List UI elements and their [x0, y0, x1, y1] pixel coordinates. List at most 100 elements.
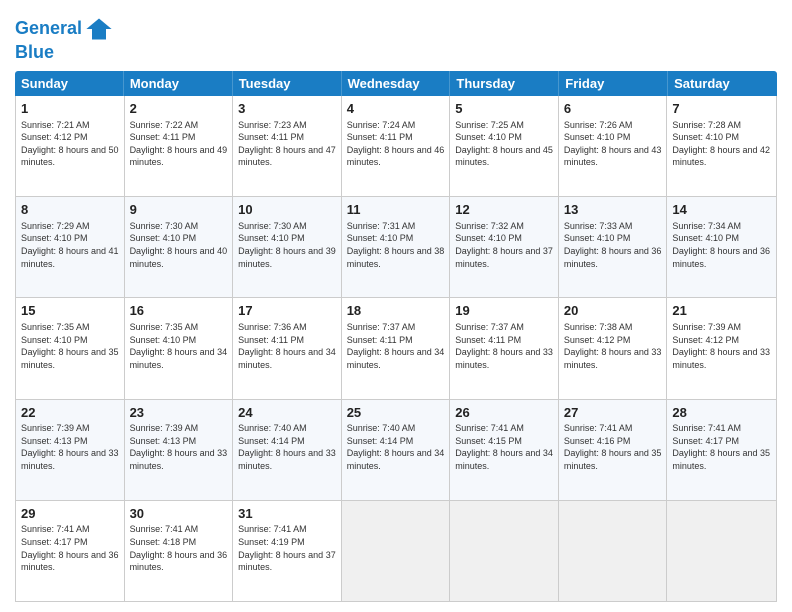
- header: General Blue: [15, 10, 777, 63]
- cell-info: Sunrise: 7:40 AMSunset: 4:14 PMDaylight:…: [347, 422, 445, 472]
- calendar-header: SundayMondayTuesdayWednesdayThursdayFrid…: [15, 71, 777, 96]
- cell-info: Sunrise: 7:39 AMSunset: 4:13 PMDaylight:…: [21, 422, 119, 472]
- cell-info: Sunrise: 7:36 AMSunset: 4:11 PMDaylight:…: [238, 321, 336, 371]
- calendar-cell: 19Sunrise: 7:37 AMSunset: 4:11 PMDayligh…: [450, 298, 559, 398]
- calendar-body: 1Sunrise: 7:21 AMSunset: 4:12 PMDaylight…: [15, 96, 777, 602]
- cell-info: Sunrise: 7:21 AMSunset: 4:12 PMDaylight:…: [21, 119, 119, 169]
- calendar-cell: 18Sunrise: 7:37 AMSunset: 4:11 PMDayligh…: [342, 298, 451, 398]
- cell-info: Sunrise: 7:28 AMSunset: 4:10 PMDaylight:…: [672, 119, 771, 169]
- calendar-cell: 29Sunrise: 7:41 AMSunset: 4:17 PMDayligh…: [16, 501, 125, 601]
- calendar-cell: 26Sunrise: 7:41 AMSunset: 4:15 PMDayligh…: [450, 400, 559, 500]
- day-number: 19: [455, 302, 553, 320]
- day-number: 17: [238, 302, 336, 320]
- cell-info: Sunrise: 7:41 AMSunset: 4:16 PMDaylight:…: [564, 422, 662, 472]
- day-number: 5: [455, 100, 553, 118]
- day-number: 24: [238, 404, 336, 422]
- cell-info: Sunrise: 7:26 AMSunset: 4:10 PMDaylight:…: [564, 119, 662, 169]
- weekday-header: Wednesday: [342, 71, 451, 96]
- day-number: 30: [130, 505, 228, 523]
- cell-info: Sunrise: 7:34 AMSunset: 4:10 PMDaylight:…: [672, 220, 771, 270]
- calendar-row: 29Sunrise: 7:41 AMSunset: 4:17 PMDayligh…: [16, 501, 776, 601]
- calendar-cell: 22Sunrise: 7:39 AMSunset: 4:13 PMDayligh…: [16, 400, 125, 500]
- calendar-cell: 20Sunrise: 7:38 AMSunset: 4:12 PMDayligh…: [559, 298, 668, 398]
- calendar-cell: 5Sunrise: 7:25 AMSunset: 4:10 PMDaylight…: [450, 96, 559, 196]
- cell-info: Sunrise: 7:35 AMSunset: 4:10 PMDaylight:…: [21, 321, 119, 371]
- calendar-cell: 17Sunrise: 7:36 AMSunset: 4:11 PMDayligh…: [233, 298, 342, 398]
- calendar-cell: [450, 501, 559, 601]
- cell-info: Sunrise: 7:37 AMSunset: 4:11 PMDaylight:…: [455, 321, 553, 371]
- cell-info: Sunrise: 7:41 AMSunset: 4:19 PMDaylight:…: [238, 523, 336, 573]
- calendar: SundayMondayTuesdayWednesdayThursdayFrid…: [15, 71, 777, 602]
- cell-info: Sunrise: 7:35 AMSunset: 4:10 PMDaylight:…: [130, 321, 228, 371]
- day-number: 29: [21, 505, 119, 523]
- calendar-row: 22Sunrise: 7:39 AMSunset: 4:13 PMDayligh…: [16, 400, 776, 501]
- calendar-cell: 16Sunrise: 7:35 AMSunset: 4:10 PMDayligh…: [125, 298, 234, 398]
- calendar-cell: [342, 501, 451, 601]
- calendar-cell: 3Sunrise: 7:23 AMSunset: 4:11 PMDaylight…: [233, 96, 342, 196]
- day-number: 7: [672, 100, 771, 118]
- cell-info: Sunrise: 7:29 AMSunset: 4:10 PMDaylight:…: [21, 220, 119, 270]
- day-number: 25: [347, 404, 445, 422]
- calendar-cell: 31Sunrise: 7:41 AMSunset: 4:19 PMDayligh…: [233, 501, 342, 601]
- calendar-cell: 4Sunrise: 7:24 AMSunset: 4:11 PMDaylight…: [342, 96, 451, 196]
- calendar-cell: 11Sunrise: 7:31 AMSunset: 4:10 PMDayligh…: [342, 197, 451, 297]
- day-number: 1: [21, 100, 119, 118]
- calendar-cell: 10Sunrise: 7:30 AMSunset: 4:10 PMDayligh…: [233, 197, 342, 297]
- day-number: 28: [672, 404, 771, 422]
- logo-text: General: [15, 19, 82, 39]
- weekday-header: Monday: [124, 71, 233, 96]
- calendar-cell: 2Sunrise: 7:22 AMSunset: 4:11 PMDaylight…: [125, 96, 234, 196]
- calendar-cell: 12Sunrise: 7:32 AMSunset: 4:10 PMDayligh…: [450, 197, 559, 297]
- day-number: 8: [21, 201, 119, 219]
- logo-icon: [85, 15, 113, 43]
- cell-info: Sunrise: 7:22 AMSunset: 4:11 PMDaylight:…: [130, 119, 228, 169]
- calendar-cell: 8Sunrise: 7:29 AMSunset: 4:10 PMDaylight…: [16, 197, 125, 297]
- calendar-cell: 1Sunrise: 7:21 AMSunset: 4:12 PMDaylight…: [16, 96, 125, 196]
- cell-info: Sunrise: 7:33 AMSunset: 4:10 PMDaylight:…: [564, 220, 662, 270]
- day-number: 23: [130, 404, 228, 422]
- calendar-row: 8Sunrise: 7:29 AMSunset: 4:10 PMDaylight…: [16, 197, 776, 298]
- cell-info: Sunrise: 7:41 AMSunset: 4:15 PMDaylight:…: [455, 422, 553, 472]
- weekday-header: Sunday: [15, 71, 124, 96]
- calendar-cell: 28Sunrise: 7:41 AMSunset: 4:17 PMDayligh…: [667, 400, 776, 500]
- day-number: 11: [347, 201, 445, 219]
- calendar-cell: 9Sunrise: 7:30 AMSunset: 4:10 PMDaylight…: [125, 197, 234, 297]
- day-number: 15: [21, 302, 119, 320]
- day-number: 3: [238, 100, 336, 118]
- cell-info: Sunrise: 7:32 AMSunset: 4:10 PMDaylight:…: [455, 220, 553, 270]
- cell-info: Sunrise: 7:40 AMSunset: 4:14 PMDaylight:…: [238, 422, 336, 472]
- cell-info: Sunrise: 7:38 AMSunset: 4:12 PMDaylight:…: [564, 321, 662, 371]
- cell-info: Sunrise: 7:23 AMSunset: 4:11 PMDaylight:…: [238, 119, 336, 169]
- cell-info: Sunrise: 7:39 AMSunset: 4:13 PMDaylight:…: [130, 422, 228, 472]
- calendar-cell: 25Sunrise: 7:40 AMSunset: 4:14 PMDayligh…: [342, 400, 451, 500]
- day-number: 12: [455, 201, 553, 219]
- day-number: 27: [564, 404, 662, 422]
- cell-info: Sunrise: 7:41 AMSunset: 4:18 PMDaylight:…: [130, 523, 228, 573]
- calendar-cell: 30Sunrise: 7:41 AMSunset: 4:18 PMDayligh…: [125, 501, 234, 601]
- calendar-cell: [667, 501, 776, 601]
- cell-info: Sunrise: 7:37 AMSunset: 4:11 PMDaylight:…: [347, 321, 445, 371]
- calendar-cell: 15Sunrise: 7:35 AMSunset: 4:10 PMDayligh…: [16, 298, 125, 398]
- logo: General Blue: [15, 15, 113, 63]
- day-number: 22: [21, 404, 119, 422]
- calendar-cell: 13Sunrise: 7:33 AMSunset: 4:10 PMDayligh…: [559, 197, 668, 297]
- cell-info: Sunrise: 7:41 AMSunset: 4:17 PMDaylight:…: [672, 422, 771, 472]
- calendar-row: 15Sunrise: 7:35 AMSunset: 4:10 PMDayligh…: [16, 298, 776, 399]
- calendar-cell: 24Sunrise: 7:40 AMSunset: 4:14 PMDayligh…: [233, 400, 342, 500]
- weekday-header: Saturday: [668, 71, 777, 96]
- weekday-header: Friday: [559, 71, 668, 96]
- calendar-cell: 7Sunrise: 7:28 AMSunset: 4:10 PMDaylight…: [667, 96, 776, 196]
- cell-info: Sunrise: 7:25 AMSunset: 4:10 PMDaylight:…: [455, 119, 553, 169]
- logo-subtext: Blue: [15, 42, 54, 62]
- day-number: 21: [672, 302, 771, 320]
- weekday-header: Thursday: [450, 71, 559, 96]
- cell-info: Sunrise: 7:41 AMSunset: 4:17 PMDaylight:…: [21, 523, 119, 573]
- cell-info: Sunrise: 7:30 AMSunset: 4:10 PMDaylight:…: [130, 220, 228, 270]
- day-number: 16: [130, 302, 228, 320]
- day-number: 26: [455, 404, 553, 422]
- cell-info: Sunrise: 7:24 AMSunset: 4:11 PMDaylight:…: [347, 119, 445, 169]
- calendar-cell: 23Sunrise: 7:39 AMSunset: 4:13 PMDayligh…: [125, 400, 234, 500]
- day-number: 6: [564, 100, 662, 118]
- day-number: 18: [347, 302, 445, 320]
- day-number: 31: [238, 505, 336, 523]
